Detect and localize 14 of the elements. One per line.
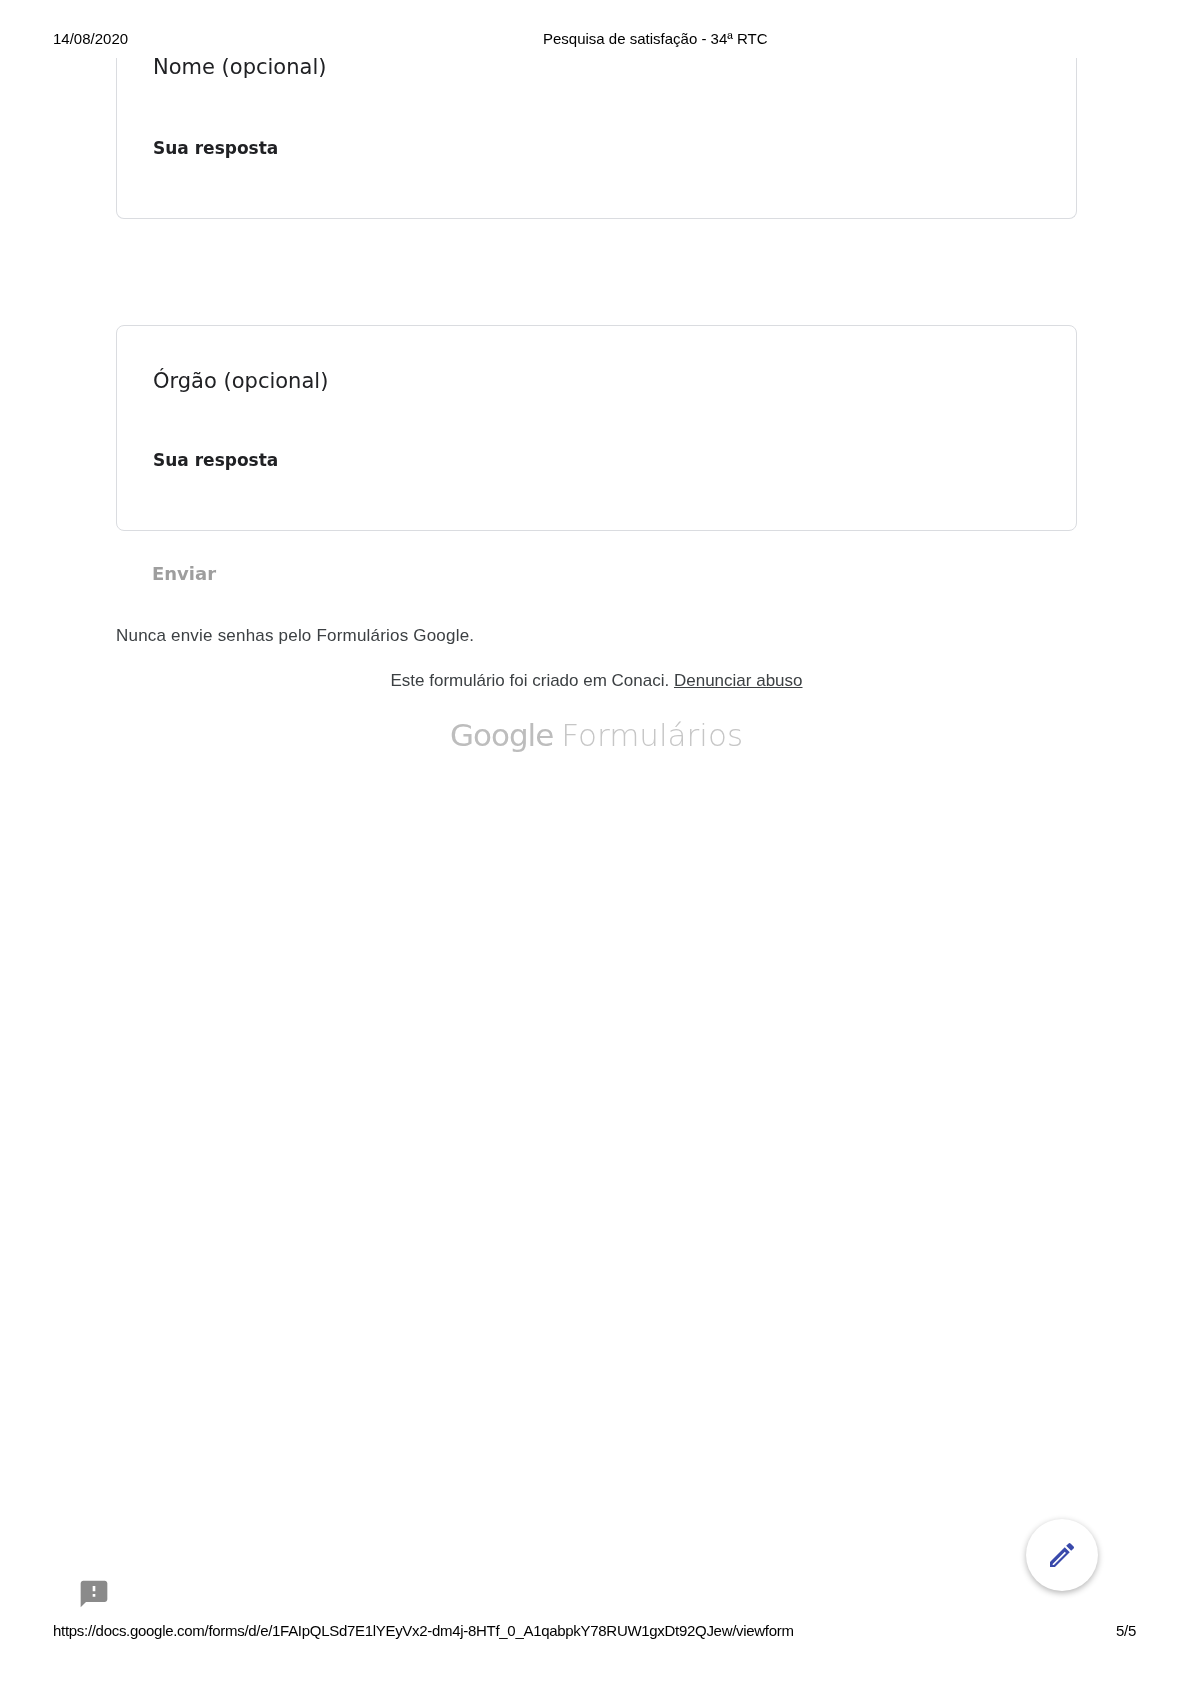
logo-product: Formulários — [561, 717, 744, 753]
print-page-title: Pesquisa de satisfação - 34ª RTC — [543, 29, 768, 47]
answer-field[interactable]: Sua resposta — [153, 134, 453, 162]
page-number: 5/5 — [1116, 1622, 1136, 1641]
report-abuse-link[interactable]: Denunciar abuso — [673, 671, 803, 690]
print-url: https://docs.google.com/forms/d/e/1FAIpQLSd7E1lYEyVx2-dm4j-8HTf_0_A1qabpkY78RUW1gxDt92QJew/viewform — [53, 1622, 794, 1641]
question-title: Nome (opcional) — [153, 54, 328, 81]
logo-brand: Google — [449, 717, 554, 753]
password-notice: Nunca envie senhas pelo Formulários Google. — [116, 626, 476, 646]
print-date: 14/08/2020 — [53, 29, 130, 47]
question-title: Órgão (opcional) — [153, 367, 330, 395]
answer-field[interactable]: Sua resposta — [153, 446, 453, 474]
edit-button[interactable] — [1026, 1519, 1098, 1591]
form-credit: Este formulário foi criado em Conaci. — [390, 671, 670, 690]
